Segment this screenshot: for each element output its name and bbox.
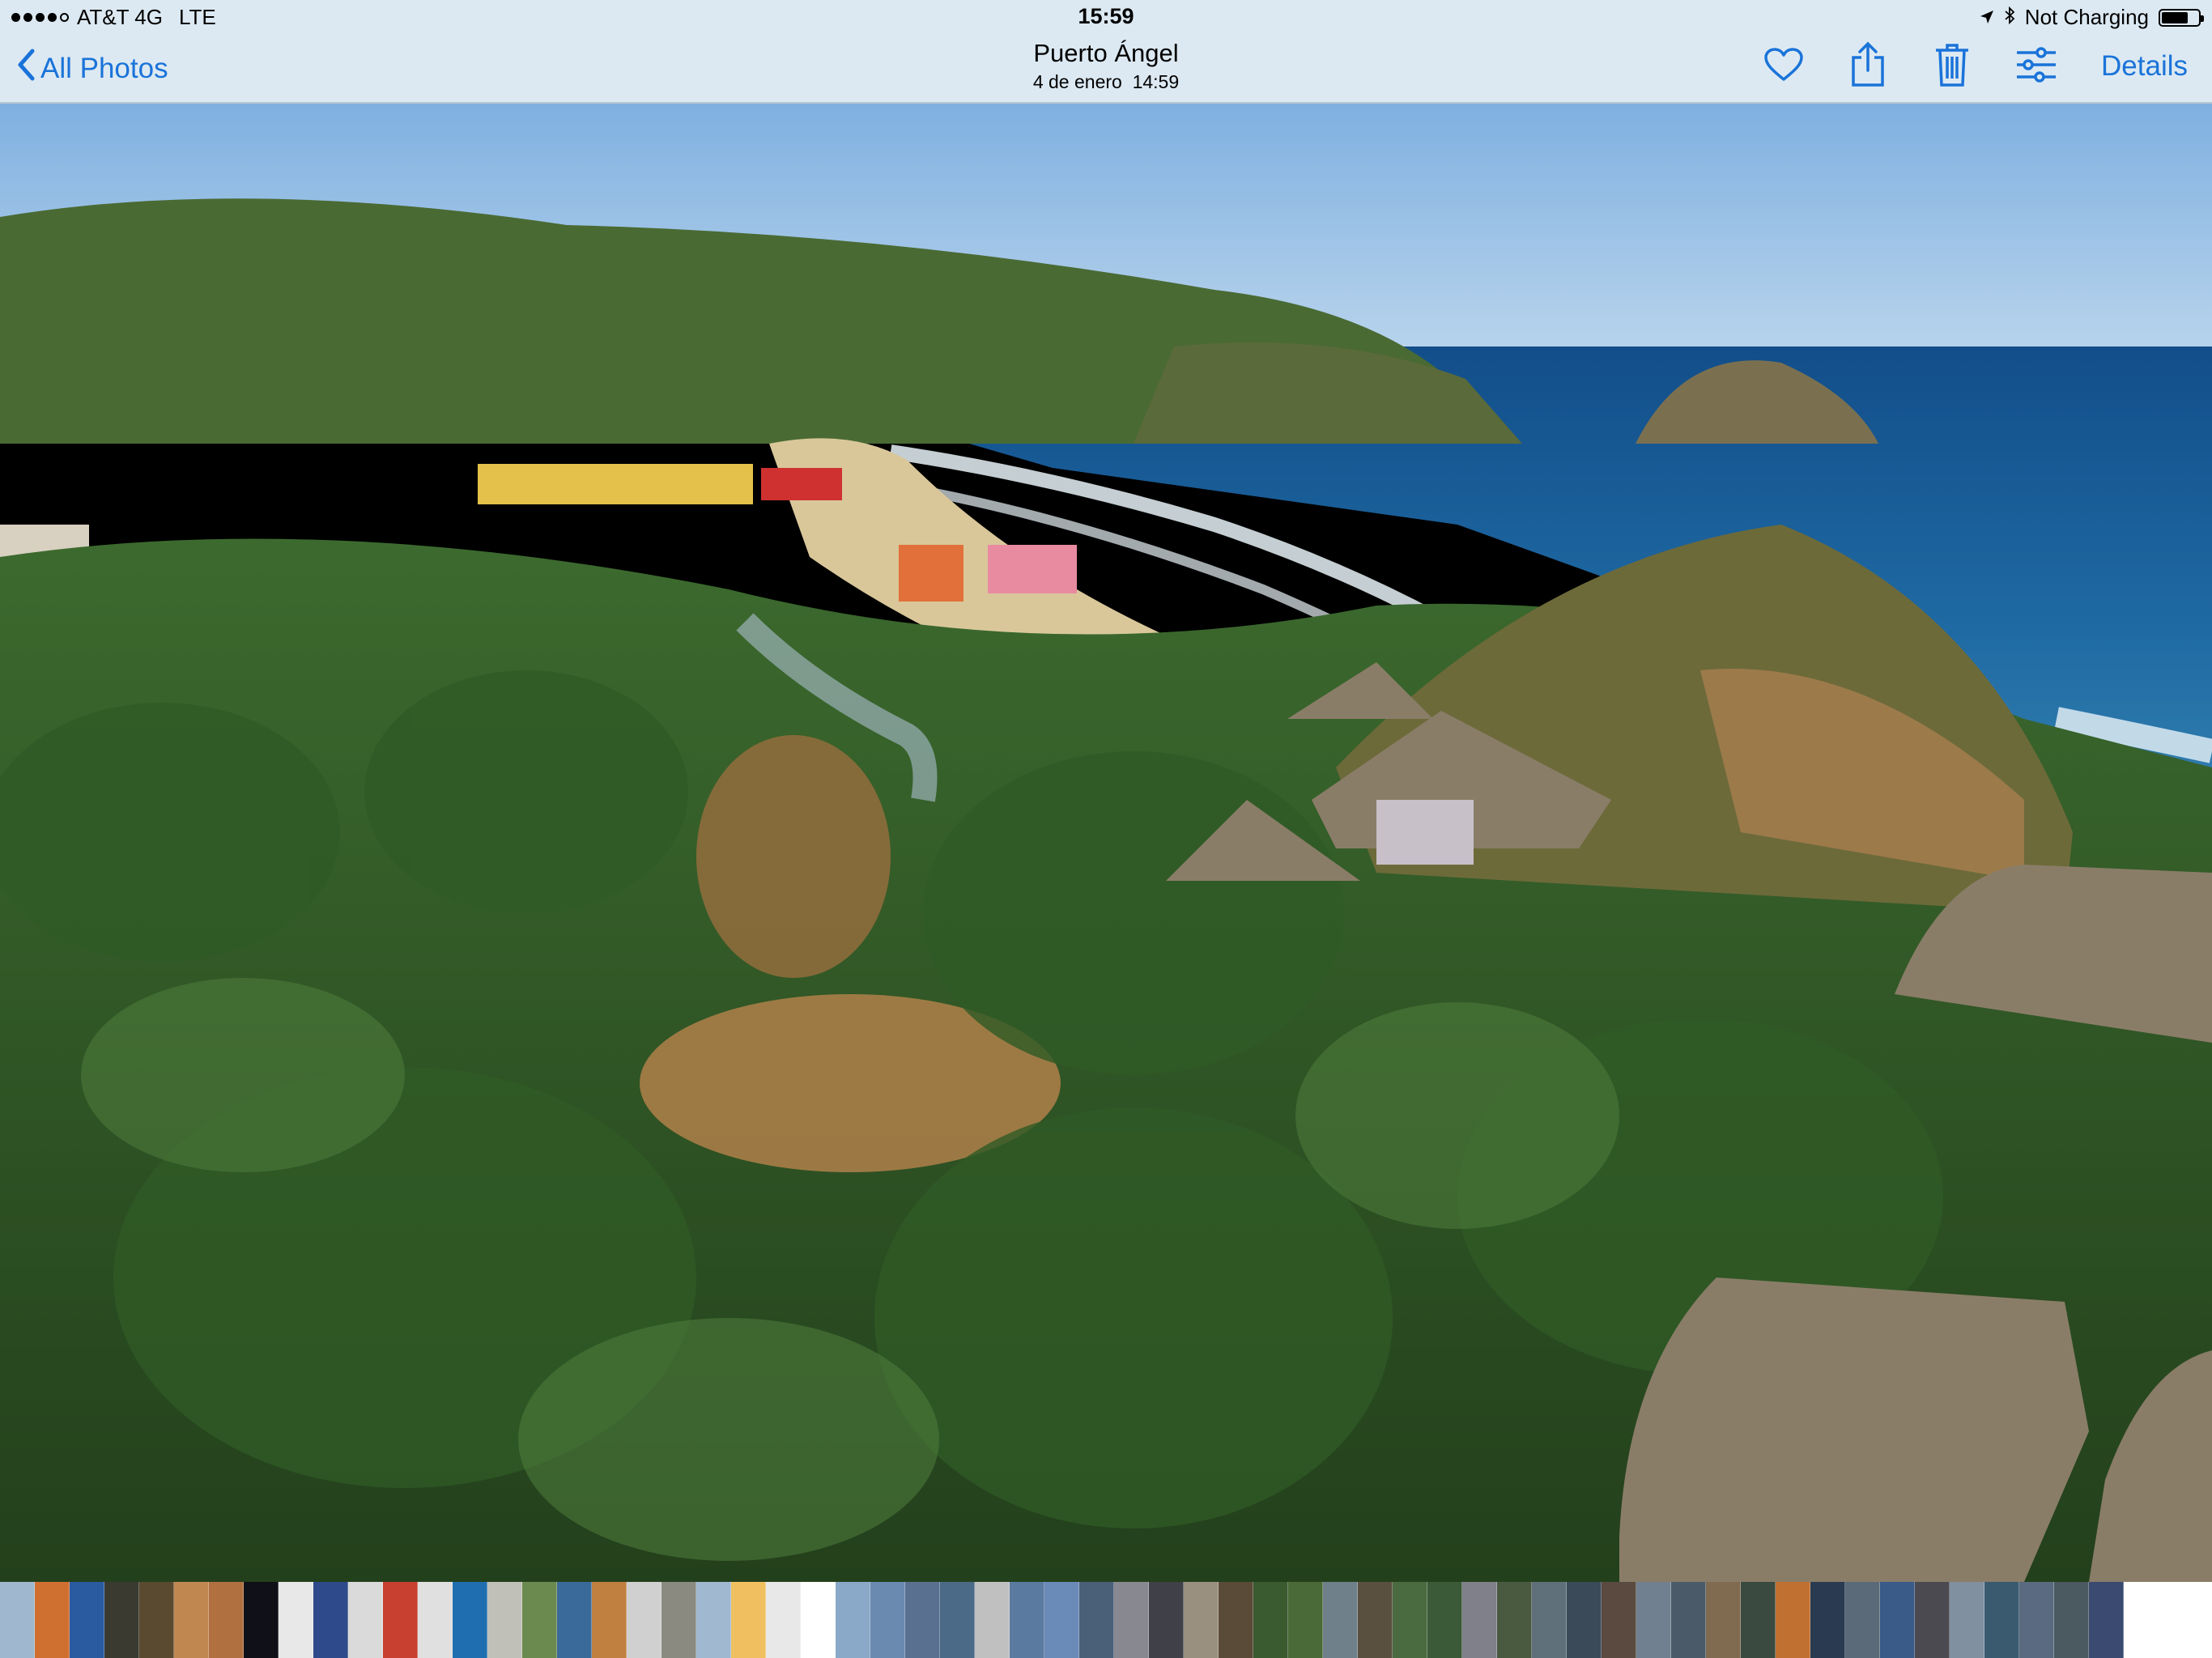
nav-bar: All Photos Puerto Ángel 4 de enero 14:59… bbox=[0, 34, 2212, 104]
filmstrip-thumbnail[interactable] bbox=[661, 1582, 696, 1658]
filmstrip-thumbnail[interactable] bbox=[1462, 1582, 1497, 1658]
battery-icon bbox=[2159, 8, 2204, 27]
filmstrip-thumbnail[interactable] bbox=[2089, 1582, 2124, 1658]
filmstrip-thumbnail[interactable] bbox=[1219, 1582, 1253, 1658]
filmstrip-thumbnail[interactable] bbox=[1079, 1582, 1114, 1658]
filmstrip-thumbnail[interactable] bbox=[487, 1582, 522, 1658]
filmstrip-thumbnail[interactable] bbox=[1427, 1582, 1462, 1658]
bluetooth-icon bbox=[2004, 5, 2015, 30]
filmstrip-thumbnail[interactable] bbox=[1567, 1582, 1602, 1658]
filmstrip-thumbnail[interactable] bbox=[2054, 1582, 2089, 1658]
filmstrip-thumbnail[interactable] bbox=[1497, 1582, 1532, 1658]
filmstrip-thumbnail[interactable] bbox=[975, 1582, 1010, 1658]
filmstrip-thumbnail[interactable] bbox=[1532, 1582, 1567, 1658]
filmstrip-thumbnail[interactable] bbox=[139, 1582, 174, 1658]
charging-status: Not Charging bbox=[2024, 5, 2149, 29]
filmstrip-thumbnail[interactable] bbox=[1393, 1582, 1427, 1658]
filmstrip-thumbnail[interactable] bbox=[1636, 1582, 1671, 1658]
filmstrip-thumbnail[interactable] bbox=[1323, 1582, 1358, 1658]
filmstrip-thumbnail[interactable] bbox=[1915, 1582, 1950, 1658]
filmstrip-thumbnail[interactable] bbox=[244, 1582, 279, 1658]
filmstrip-thumbnail[interactable] bbox=[1288, 1582, 1323, 1658]
filmstrip-thumbnail[interactable] bbox=[1010, 1582, 1044, 1658]
filmstrip-thumbnail[interactable] bbox=[1184, 1582, 1219, 1658]
filmstrip-thumbnail[interactable] bbox=[313, 1582, 348, 1658]
filmstrip-thumbnail[interactable] bbox=[696, 1582, 731, 1658]
filmstrip-thumbnail[interactable] bbox=[836, 1582, 870, 1658]
filmstrip-thumbnail[interactable] bbox=[905, 1582, 940, 1658]
filmstrip-thumbnail[interactable] bbox=[801, 1582, 836, 1658]
filmstrip-thumbnail[interactable] bbox=[453, 1582, 487, 1658]
filmstrip-thumbnail[interactable] bbox=[1149, 1582, 1184, 1658]
filmstrip-thumbnail[interactable] bbox=[592, 1582, 627, 1658]
filmstrip-thumbnail[interactable] bbox=[1845, 1582, 1880, 1658]
heart-icon bbox=[1763, 47, 1804, 87]
filmstrip-thumbnail[interactable] bbox=[279, 1582, 313, 1658]
filmstrip-thumbnail[interactable] bbox=[104, 1582, 139, 1658]
delete-button[interactable] bbox=[1929, 42, 1975, 91]
share-icon bbox=[1850, 41, 1886, 92]
toolbar-actions: Details bbox=[1761, 41, 2188, 92]
filmstrip-thumbnail[interactable] bbox=[383, 1582, 418, 1658]
filmstrip-thumbnail[interactable] bbox=[1950, 1582, 1984, 1658]
filmstrip-thumbnail[interactable] bbox=[1253, 1582, 1288, 1658]
status-bar: AT&T 4G LTE 15:59 Not Charging bbox=[0, 0, 2212, 34]
filmstrip-thumbnail[interactable] bbox=[627, 1582, 661, 1658]
filmstrip-thumbnail[interactable] bbox=[731, 1582, 766, 1658]
landscape-photo bbox=[0, 104, 2212, 1582]
edit-button[interactable] bbox=[2014, 42, 2059, 91]
filmstrip-thumbnail[interactable] bbox=[1984, 1582, 2019, 1658]
status-right: Not Charging bbox=[1980, 5, 2204, 30]
filmstrip-thumbnail[interactable] bbox=[35, 1582, 70, 1658]
filmstrip-thumbnail[interactable] bbox=[1671, 1582, 1706, 1658]
filmstrip-thumbnail[interactable] bbox=[1114, 1582, 1149, 1658]
trash-icon bbox=[1934, 42, 1970, 91]
share-button[interactable] bbox=[1845, 41, 1891, 92]
filmstrip-thumbnail[interactable] bbox=[766, 1582, 801, 1658]
filmstrip-thumbnail[interactable] bbox=[1602, 1582, 1636, 1658]
filmstrip-thumbnail[interactable] bbox=[557, 1582, 592, 1658]
battery-level bbox=[2162, 11, 2188, 23]
filmstrip-thumbnail[interactable] bbox=[940, 1582, 975, 1658]
filmstrip-thumbnail[interactable] bbox=[0, 1582, 35, 1658]
details-button[interactable]: Details bbox=[2101, 50, 2188, 83]
filmstrip-thumbnail[interactable] bbox=[2019, 1582, 2054, 1658]
favorite-button[interactable] bbox=[1761, 42, 1806, 91]
filmstrip-thumbnail[interactable] bbox=[209, 1582, 244, 1658]
filmstrip-thumbnail[interactable] bbox=[1776, 1582, 1810, 1658]
filmstrip-thumbnail[interactable] bbox=[70, 1582, 104, 1658]
filmstrip-thumbnail[interactable] bbox=[1706, 1582, 1741, 1658]
filmstrip-thumbnail[interactable] bbox=[1880, 1582, 1915, 1658]
filmstrip[interactable] bbox=[0, 1582, 2212, 1658]
filmstrip-thumbnail[interactable] bbox=[348, 1582, 383, 1658]
edit-adjust-icon bbox=[2015, 46, 2057, 87]
filmstrip-thumbnail[interactable] bbox=[1044, 1582, 1079, 1658]
filmstrip-thumbnail[interactable] bbox=[1358, 1582, 1393, 1658]
filmstrip-thumbnail[interactable] bbox=[522, 1582, 557, 1658]
filmstrip-thumbnail[interactable] bbox=[174, 1582, 209, 1658]
photo-view[interactable] bbox=[0, 104, 2212, 1582]
location-arrow-icon bbox=[1980, 5, 1994, 30]
filmstrip-thumbnail[interactable] bbox=[870, 1582, 905, 1658]
status-time: 15:59 bbox=[1078, 4, 1134, 28]
filmstrip-thumbnail[interactable] bbox=[1810, 1582, 1845, 1658]
filmstrip-thumbnail[interactable] bbox=[418, 1582, 453, 1658]
filmstrip-thumbnail[interactable] bbox=[1741, 1582, 1776, 1658]
